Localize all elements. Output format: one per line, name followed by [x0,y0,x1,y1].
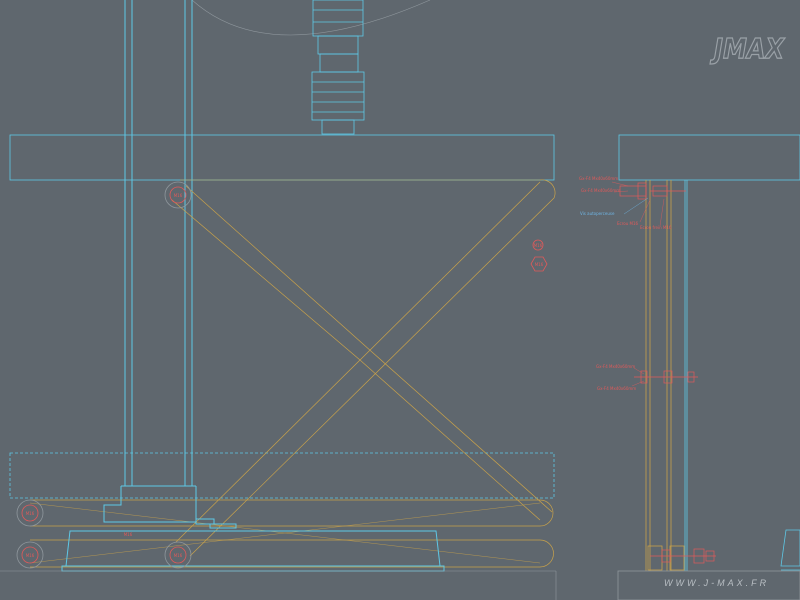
scissor-arms [29,179,556,568]
svg-text:M16: M16 [534,243,543,248]
side-view [617,134,800,600]
svg-text:M16: M16 [124,532,133,537]
callout-label: Gx-F4 Mx40x60mm [596,364,635,369]
pivot-bolt: M16 [164,181,192,209]
base-assembly [0,485,557,600]
callout-leaders [611,181,665,387]
svg-text:M16: M16 [174,193,183,198]
svg-text:M16: M16 [26,553,35,558]
drill-motor [191,0,431,135]
technical-drawing: M16 M16 M16 M16 M16 M16 M16 Gx-F4 Mx40x6… [0,0,800,600]
pivot-bolt: M16 [124,532,133,537]
callout-label: Gx-F4 Mx40x60mm [579,176,618,181]
logo-text: JMAX [710,32,785,65]
website-footer: WWW.J-MAX.FR [664,578,769,588]
svg-text:M16: M16 [26,511,35,516]
vertical-column [124,0,193,486]
pivot-bolt: M16 [164,541,192,569]
callout-label: Ecrou M16 [617,221,639,226]
callout-label: Gx-F4 Mx40x60mm [597,386,636,391]
callout-label: Vis autoperceuse [580,211,615,216]
pivot-bolt: M16 [530,256,548,272]
pivot-bolt: M16 [16,499,44,527]
side-bolt-bottom [650,548,716,564]
jmax-logo: JMAX [709,31,786,65]
pivot-bolt: M16 [532,239,544,251]
svg-text:M16: M16 [535,262,544,267]
svg-text:M16: M16 [174,553,183,558]
pivot-bolt: M16 [16,541,44,569]
callout-label: Ecrou frein M16 [640,225,672,230]
callout-label: Gx-F4 Mx40x60mm [581,188,620,193]
top-plate [9,134,555,181]
side-bolt-top [619,182,686,200]
